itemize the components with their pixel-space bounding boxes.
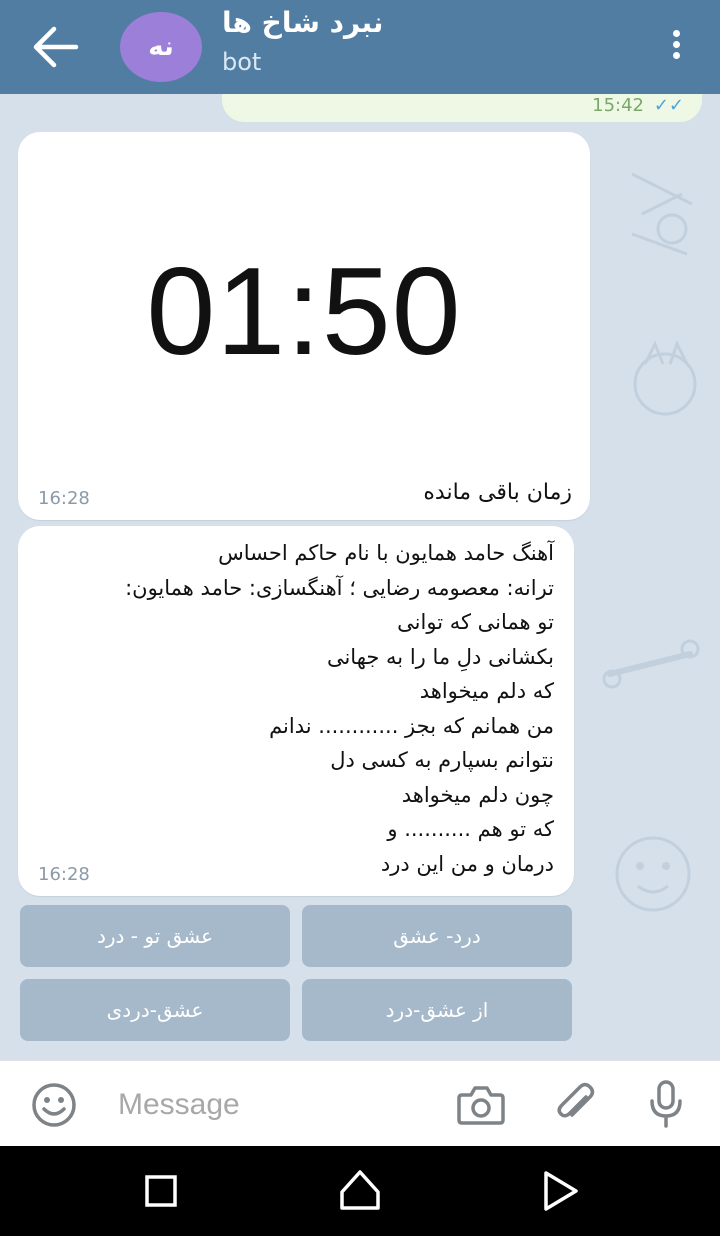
wallpaper-doodle-icon bbox=[602, 639, 700, 689]
message-line: بکشانی دلِ ما را به جهانی bbox=[326, 644, 554, 669]
message-time: 16:28 bbox=[38, 864, 90, 885]
message-line: تو همانی که توانی bbox=[397, 610, 554, 634]
inline-button-dard-eshgh[interactable]: درد- عشق bbox=[302, 905, 572, 967]
inline-button-eshgh-to-dard[interactable]: عشق تو - درد bbox=[20, 905, 290, 967]
message-line: ترانه: معصومه رضایی ؛ آهنگسازی: حامد هما… bbox=[125, 575, 554, 600]
wallpaper-doodle-icon bbox=[631, 172, 693, 256]
message-input[interactable] bbox=[116, 1081, 420, 1129]
camera-icon[interactable] bbox=[456, 1083, 506, 1127]
message-line: درمان و من این درد bbox=[380, 851, 554, 876]
message-input-bar bbox=[0, 1060, 720, 1147]
attach-icon[interactable] bbox=[552, 1081, 598, 1127]
message-time: 16:28 bbox=[38, 488, 90, 509]
inline-button-eshgh-dardi[interactable]: عشق-دردی bbox=[20, 979, 290, 1041]
message-line: من همانم که بجز ............ ندانم bbox=[269, 713, 554, 738]
message-time: 15:42 bbox=[592, 95, 644, 116]
lyrics-message[interactable]: آهنگ حامد همایون با نام حاکم احساس ترانه… bbox=[18, 526, 574, 896]
system-navigation-bar bbox=[0, 1146, 720, 1236]
wallpaper-doodle-icon bbox=[633, 340, 697, 416]
message-line: که تو هم .......... و bbox=[387, 817, 554, 841]
nav-back-icon[interactable] bbox=[540, 1170, 580, 1212]
message-line: نتوانم بسپارم به کسی دل bbox=[330, 748, 554, 772]
home-icon[interactable] bbox=[338, 1168, 382, 1212]
wallpaper-doodle-icon bbox=[615, 836, 691, 912]
avatar[interactable]: نه bbox=[120, 12, 202, 82]
read-receipt-icon: ✓✓ bbox=[653, 95, 684, 116]
message-line: که دلم میخواهد bbox=[419, 679, 554, 703]
emoji-icon[interactable] bbox=[30, 1081, 78, 1129]
more-options-icon[interactable] bbox=[668, 30, 684, 64]
inline-button-az-eshgh-dard[interactable]: از عشق-درد bbox=[302, 979, 572, 1041]
message-caption: زمان باقی مانده bbox=[423, 480, 572, 505]
message-line: چون دلم میخواهد bbox=[401, 782, 554, 807]
countdown-timer-image: 01:50 bbox=[146, 243, 462, 381]
chat-title[interactable]: نبرد شاخ ها bbox=[222, 6, 383, 39]
timer-message[interactable]: 01:50 زمان باقی مانده 16:28 bbox=[18, 132, 590, 520]
message-text: آهنگ حامد همایون با نام حاکم احساس ترانه… bbox=[24, 536, 554, 881]
cropped-message-text bbox=[262, 94, 592, 104]
chat-header: نه نبرد شاخ ها bot bbox=[0, 0, 720, 94]
previous-outgoing-message[interactable]: 15:42 ✓✓ bbox=[222, 94, 702, 122]
message-line: آهنگ حامد همایون با نام حاکم احساس bbox=[218, 541, 554, 565]
chat-area[interactable]: 15:42 ✓✓ 01:50 زمان باقی مانده 16:28 آهن… bbox=[0, 94, 720, 1060]
back-arrow-icon[interactable] bbox=[30, 26, 82, 68]
chat-subtitle: bot bbox=[222, 48, 262, 76]
microphone-icon[interactable] bbox=[646, 1079, 686, 1129]
recent-apps-icon[interactable] bbox=[145, 1175, 177, 1207]
